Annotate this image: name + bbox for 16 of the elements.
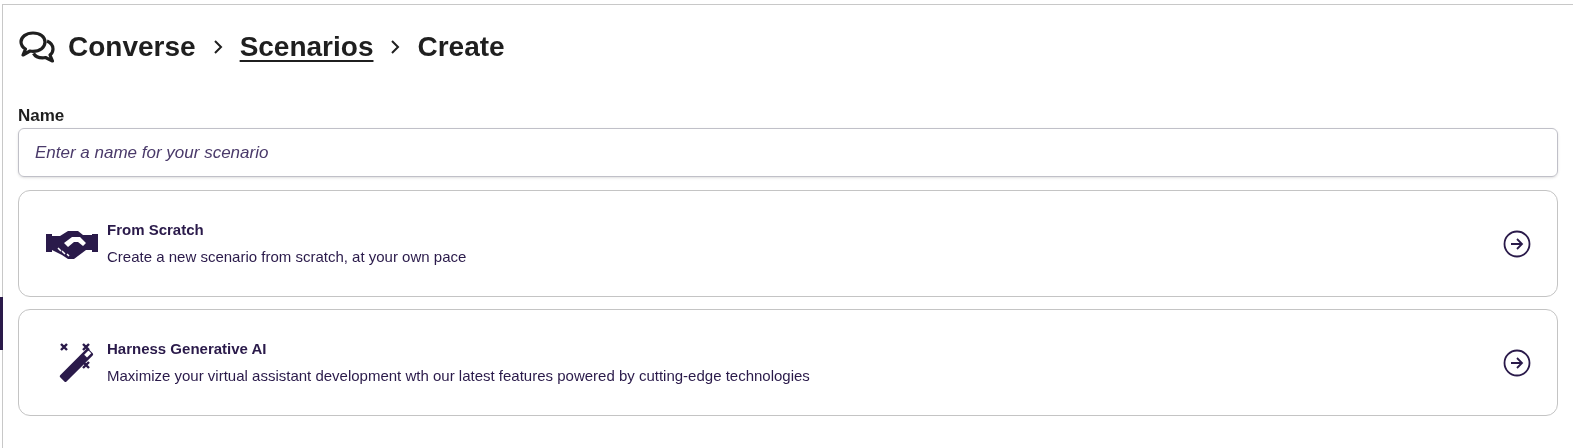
arrow-right-circle-icon	[1503, 229, 1531, 258]
arrow-right-circle-icon	[1503, 348, 1531, 377]
breadcrumb-link[interactable]: Scenarios	[239, 26, 374, 68]
name-input[interactable]: Enter a name for your scenario	[18, 128, 1558, 177]
option-description: Maximize your virtual assistant development wth our latest features powered by cutting-edge technologies	[107, 365, 811, 386]
option-description: Create a new scenario from scratch, at your own pace	[107, 246, 468, 267]
field-label: Name	[18, 106, 66, 126]
option-title: Harness Generative AI	[107, 339, 268, 359]
chat-bubbles-icon	[18, 30, 56, 64]
breadcrumb-item: Create	[417, 30, 505, 64]
chevron-right-icon	[389, 39, 402, 55]
option-title: From Scratch	[107, 220, 205, 240]
option-card[interactable]: Harness Generative AI Maximize your virtual assistant development wth our latest features powered by cutting-edge technologies	[18, 309, 1558, 416]
breadcrumb-item: Converse	[68, 30, 196, 64]
chevron-right-icon	[211, 39, 224, 55]
option-card[interactable]: From Scratch Create a new scenario from scratch, at your own pace	[18, 190, 1558, 297]
